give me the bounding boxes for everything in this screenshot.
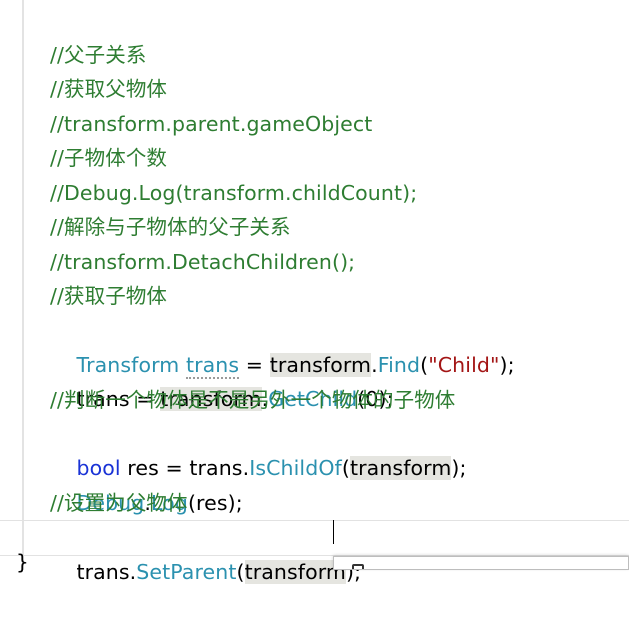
member-icon	[352, 564, 364, 569]
code-line-14[interactable]: //设置为父物体	[50, 486, 188, 520]
token-plain: (	[341, 456, 350, 480]
code-line-9[interactable]: Transform trans = transform.Find("Child"…	[50, 314, 515, 379]
code-line-3[interactable]: //transform.parent.gameObject	[50, 107, 372, 141]
code-line-8[interactable]: //获取子物体	[50, 279, 167, 313]
code-line-10[interactable]: trans = transform.GetChild(0);	[50, 348, 394, 411]
code-line-13[interactable]: Debug.Log(res);	[50, 452, 243, 515]
token-method: SetParent	[136, 560, 237, 584]
code-line-2[interactable]: //获取父物体	[50, 72, 167, 106]
token-plain: );	[451, 456, 467, 480]
closing-brace: }	[16, 550, 29, 574]
token-plain: (	[236, 560, 245, 584]
code-line-1[interactable]: //父子关系	[50, 38, 146, 72]
code-line-12[interactable]: bool res = trans.IsChildOf(transform);	[50, 417, 467, 480]
token-highlight: transform	[244, 560, 346, 584]
code-line-11[interactable]: //判断一个物体是不是另外一个物体的子物体	[50, 383, 455, 417]
code-line-7[interactable]: //transform.DetachChildren();	[50, 245, 355, 279]
token-plain: trans.	[76, 560, 137, 584]
code-line-4[interactable]: //子物体个数	[50, 141, 167, 175]
intellisense-popup[interactable]	[333, 556, 629, 570]
code-line-6[interactable]: //解除与子物体的父子关系	[50, 210, 291, 244]
token-string: "Child"	[428, 353, 500, 377]
code-line-5[interactable]: //Debug.Log(transform.childCount);	[50, 176, 417, 210]
gutter-line	[22, 0, 24, 570]
text-caret	[333, 520, 334, 544]
token-plain: );	[499, 353, 515, 377]
token-highlight: transform	[350, 456, 452, 480]
token-method: IsChildOf	[249, 456, 342, 480]
token-plain: (res);	[187, 491, 243, 515]
code-line-15[interactable]: trans.SetParent(transform);	[50, 521, 361, 584]
